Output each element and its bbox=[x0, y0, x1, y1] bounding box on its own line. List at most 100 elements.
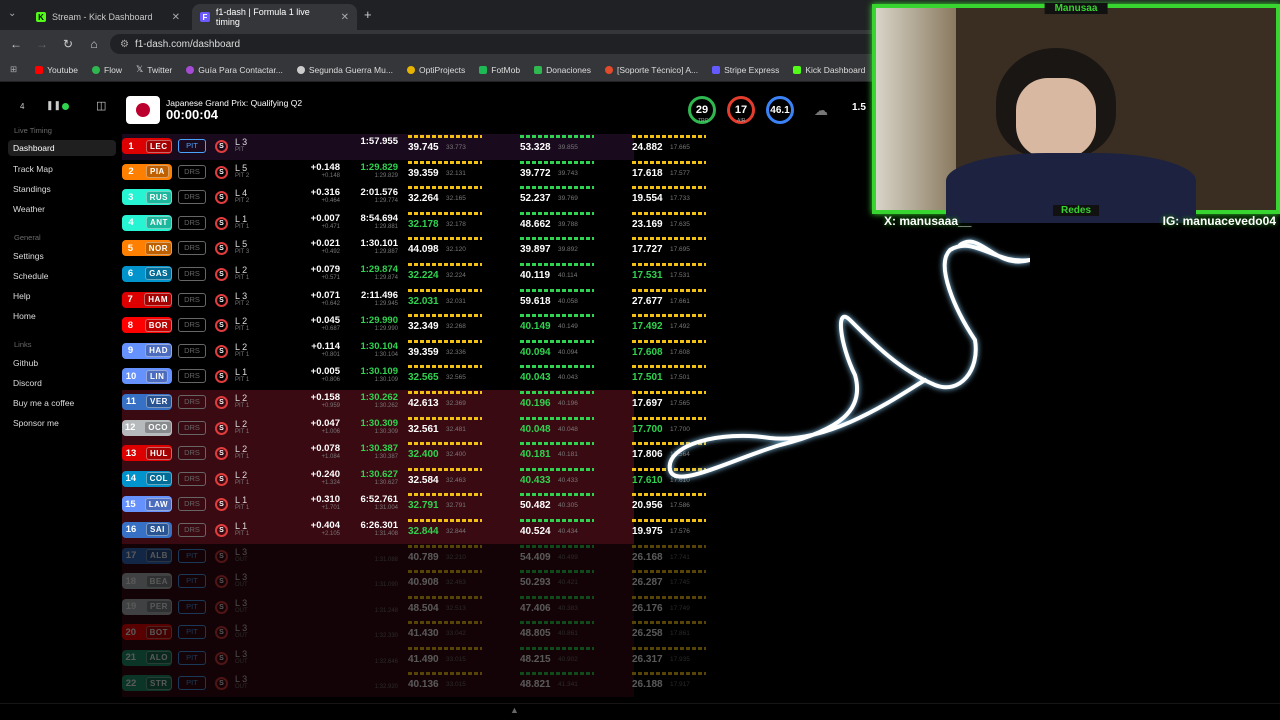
driver-row[interactable]: 13 HUL DRS S L 2 PIT 1 +0.078 +1.084 1:30.387 1:3… bbox=[122, 441, 706, 467]
sidebar-item-schedule[interactable]: Schedule bbox=[8, 268, 116, 284]
driver-row[interactable]: 10 LIN DRS S L 1 PIT 1 +0.005 +0.806 1:30.109 1:3… bbox=[122, 364, 706, 390]
mini-sector-bars bbox=[408, 390, 482, 394]
driver-row[interactable]: 3 RUS DRS S L 4 PIT 2 +0.316 +0.464 2:01.576 1:29… bbox=[122, 185, 706, 211]
bookmark-item[interactable]: Segunda Guerra Mu... bbox=[296, 65, 393, 75]
sector-1: 32.400 32.400 bbox=[408, 441, 482, 466]
session-clock: 00:00:04 bbox=[166, 107, 219, 122]
sidebar-item-home[interactable]: Home bbox=[8, 308, 116, 324]
reload-icon[interactable]: ↻ bbox=[58, 37, 78, 51]
driver-row[interactable]: 11 VER DRS S L 2 PIT 1 +0.158 +0.959 1:30.262 1:3… bbox=[122, 389, 706, 416]
bookmark-item[interactable]: Stripe Express bbox=[712, 65, 779, 75]
pit-count: PIT 1 bbox=[235, 326, 250, 333]
mini-sector-bars bbox=[408, 672, 482, 676]
gap-to-leader: +2.105 bbox=[321, 530, 340, 537]
driver-row[interactable]: 12 OCO DRS S L 2 PIT 1 +0.047 +1.006 1:30.309 1:3… bbox=[122, 415, 706, 442]
driver-row[interactable]: 6 GAS DRS S L 2 PIT 1 +0.079 +0.571 1:29.874 1:29… bbox=[122, 261, 706, 288]
pit-count: PIT 2 bbox=[235, 198, 250, 205]
site-info-icon[interactable]: ⚙ bbox=[120, 39, 129, 50]
driver-row[interactable]: 4 ANT DRS S L 1 PIT 1 +0.007 +0.471 8:54.694 1:29… bbox=[122, 210, 706, 237]
mini-sector-bars bbox=[408, 595, 482, 599]
last-lap-time: 1:30.262 bbox=[360, 391, 398, 403]
mini-sector-bars bbox=[632, 570, 706, 574]
bookmark-item[interactable]: OptiProjects bbox=[406, 65, 465, 75]
sector-time: 32.844 bbox=[408, 525, 439, 537]
forward-icon[interactable]: → bbox=[32, 37, 52, 51]
sidebar-item-track-map[interactable]: Track Map bbox=[8, 161, 116, 177]
sidebar-item-weather[interactable]: Weather bbox=[8, 201, 116, 217]
home-icon[interactable]: ⌂ bbox=[84, 37, 104, 51]
driver-row[interactable]: 14 COL DRS S L 2 PIT 1 +0.240 +1.324 1:30.627 1:3… bbox=[122, 466, 706, 493]
bookmark-item[interactable]: Guía Para Contactar... bbox=[186, 65, 283, 75]
sector-personal-best: 17.741 bbox=[670, 553, 690, 561]
sidebar-item-buy-me-a-coffee[interactable]: Buy me a coffee bbox=[8, 395, 116, 411]
tab-search-icon[interactable]: ⌄ bbox=[8, 8, 16, 19]
driver-row[interactable]: 21 ALO PIT S L 3 OUT 1:32.646 41.490 33.015 48.21… bbox=[122, 645, 706, 672]
mini-sector-bars bbox=[520, 493, 594, 497]
driver-row[interactable]: 8 BOR DRS S L 2 PIT 1 +0.045 +0.687 1:29.990 1:29… bbox=[122, 313, 706, 339]
bookmark-item[interactable]: Kick Dashboard bbox=[793, 65, 865, 75]
tab-stream-kick[interactable]: K Stream - Kick Dashboard ✕ bbox=[28, 4, 188, 30]
sector-time: 32.791 bbox=[408, 500, 439, 512]
sector-time: 42.613 bbox=[408, 397, 439, 409]
mini-sector-bars bbox=[520, 186, 594, 190]
sidebar-item-settings[interactable]: Settings bbox=[8, 248, 116, 264]
soft-tyre-icon: S bbox=[215, 267, 228, 281]
sidebar-item-help[interactable]: Help bbox=[8, 288, 116, 304]
pit-drs-indicator: PIT bbox=[178, 625, 206, 640]
sidebar-item-sponsor-me[interactable]: Sponsor me bbox=[8, 415, 116, 431]
driver-row[interactable]: 18 BEA PIT S L 3 OUT 1:31.090 40.908 32.463 50.29… bbox=[122, 569, 706, 595]
mini-sector-bars bbox=[408, 467, 482, 471]
driver-code: VER bbox=[146, 395, 172, 409]
url-text: f1-dash.com/dashboard bbox=[134, 38, 241, 50]
sidebar-item-discord[interactable]: Discord bbox=[8, 375, 116, 391]
close-tab-icon[interactable]: ✕ bbox=[172, 12, 180, 23]
driver-row[interactable]: 17 ALB PIT S L 3 OUT 1:31.088 40.789 32.210 54.40… bbox=[122, 543, 706, 570]
apps-grid-icon[interactable]: ⊞ bbox=[10, 64, 17, 75]
driver-row[interactable]: 22 STR PIT S L 3 OUT 1:32.920 40.136 33.015 48.82… bbox=[122, 671, 706, 698]
sidebar-toggle-icon[interactable]: ◫ bbox=[96, 99, 106, 112]
pause-icon[interactable]: ❚❚ bbox=[46, 100, 61, 111]
sector-time: 40.908 bbox=[408, 577, 439, 589]
close-tab-icon[interactable]: ✕ bbox=[341, 12, 349, 23]
driver-row[interactable]: 1 LEC PIT S L 3 PIT 1:57.955 39.745 33.773 53.328… bbox=[122, 134, 706, 160]
driver-row[interactable]: 19 PER PIT S L 3 OUT 1:31.248 48.504 32.513 47.40… bbox=[122, 594, 706, 621]
mini-sector-bars bbox=[408, 135, 482, 138]
best-lap-time: 1:29.990 bbox=[374, 326, 398, 333]
sidebar-item-standings[interactable]: Standings bbox=[8, 181, 116, 197]
driver-row[interactable]: 9 HAD DRS S L 2 PIT 1 +0.114 +0.801 1:30.104 1:30… bbox=[122, 338, 706, 365]
url-input[interactable]: ⚙ f1-dash.com/dashboard bbox=[110, 34, 880, 54]
mini-sector-bars bbox=[520, 339, 594, 343]
driver-row[interactable]: 16 SAI DRS S L 1 PIT 1 +0.404 +2.105 6:26.301 1:3… bbox=[122, 517, 706, 544]
driver-row[interactable]: 2 PIA DRS S L 5 PIT 2 +0.148 +0.148 1:29.829 1:29… bbox=[122, 159, 706, 186]
scroll-up-icon[interactable]: ▲ bbox=[510, 705, 519, 715]
mini-sector-bars bbox=[520, 237, 594, 241]
sidebar-item-dashboard[interactable]: Dashboard bbox=[8, 140, 116, 156]
bookmark-item[interactable]: [Soporte Técnico] A... bbox=[604, 65, 698, 75]
bookmark-item[interactable]: FotMob bbox=[479, 65, 520, 75]
sector-3: 26.287 17.745 bbox=[632, 569, 706, 594]
mini-sector-bars bbox=[408, 518, 482, 522]
bookmark-item[interactable]: 𝕏 Twitter bbox=[136, 64, 172, 75]
best-lap-time: 1:29.887 bbox=[374, 249, 398, 256]
driver-row[interactable]: 7 HAM DRS S L 3 PIT 2 +0.071 +0.642 2:11.496 1:29… bbox=[122, 287, 706, 314]
tab-f1-dash[interactable]: F f1-dash | Formula 1 live timing ✕ bbox=[192, 4, 357, 30]
last-lap-time: 1:30.101 bbox=[360, 238, 398, 250]
bookmark-item[interactable]: Flow bbox=[92, 65, 122, 75]
sidebar-item-github[interactable]: Github bbox=[8, 355, 116, 371]
driver-row[interactable]: 5 NOR DRS S L 5 PIT 3 +0.021 +0.492 1:30.101 1:29… bbox=[122, 236, 706, 262]
bookmark-item[interactable]: Donaciones bbox=[534, 65, 591, 75]
bookmark-item[interactable]: Youtube bbox=[35, 65, 78, 75]
driver-tag: 1 LEC bbox=[122, 138, 172, 154]
driver-row[interactable]: 20 BOT PIT S L 3 OUT 1:32.330 41.430 33.042 48.80… bbox=[122, 620, 706, 646]
sector-time: 48.504 bbox=[408, 602, 439, 614]
back-icon[interactable]: ← bbox=[6, 37, 26, 51]
sector-1: 48.504 32.513 bbox=[408, 595, 482, 620]
sector-personal-best: 40.383 bbox=[558, 604, 578, 612]
sector-personal-best: 39.788 bbox=[558, 220, 578, 228]
delay-value[interactable]: 4 bbox=[20, 102, 24, 111]
sector-personal-best: 40.058 bbox=[558, 297, 578, 305]
driver-row[interactable]: 15 LAW DRS S L 1 PIT 1 +0.310 +1.701 6:52.761 1:3… bbox=[122, 492, 706, 518]
new-tab-button[interactable]: + bbox=[364, 7, 372, 22]
driver-code: HUL bbox=[146, 446, 172, 460]
gap-interval: +0.078 bbox=[310, 443, 340, 455]
